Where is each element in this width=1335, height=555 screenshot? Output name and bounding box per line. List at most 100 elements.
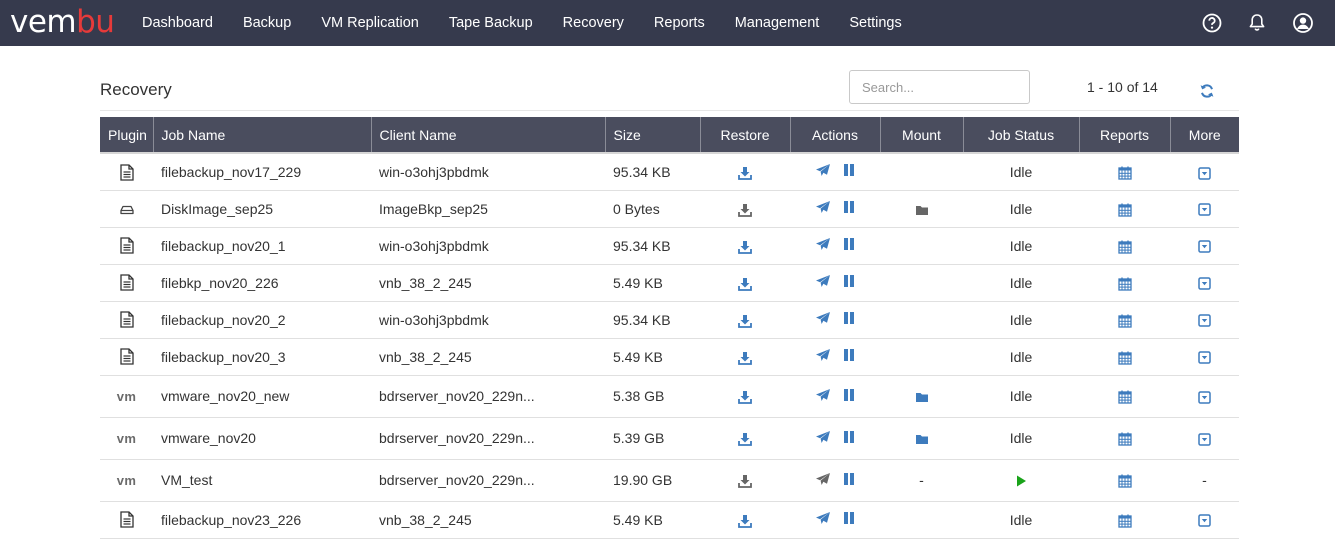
job-status-cell: Idle <box>963 190 1079 227</box>
more-dropdown-icon[interactable] <box>1198 351 1211 365</box>
column-header-size[interactable]: Size <box>605 117 701 153</box>
table-row[interactable]: filebackup_nov20_2 win-o3ohj3pbdmk 95.34 K… <box>100 301 1239 338</box>
job-name-cell[interactable]: vmware_nov20_new <box>153 375 371 417</box>
client-name-cell: bdrserver_nov20_229n... <box>379 430 535 446</box>
more-dropdown-icon[interactable] <box>1198 203 1211 217</box>
user-profile-icon[interactable] <box>1292 12 1314 34</box>
nav-backup[interactable]: Backup <box>243 15 291 31</box>
pause-icon[interactable] <box>843 430 855 444</box>
notification-bell-icon[interactable] <box>1246 12 1268 34</box>
search-input[interactable] <box>849 70 1030 104</box>
send-paper-plane-icon[interactable] <box>815 511 831 525</box>
restore-download-icon[interactable] <box>738 203 752 217</box>
job-name-cell[interactable]: DiskImage_sep25 <box>153 190 371 227</box>
send-paper-plane-icon[interactable] <box>815 430 831 444</box>
job-name-cell[interactable]: VM_test <box>153 459 371 501</box>
table-row[interactable]: DiskImage_sep25 ImageBkp_sep25 0 Bytes Idle <box>100 190 1239 227</box>
report-calendar-icon[interactable] <box>1117 474 1132 488</box>
report-calendar-icon[interactable] <box>1117 166 1132 180</box>
pause-icon[interactable] <box>843 274 855 288</box>
report-calendar-icon[interactable] <box>1117 277 1132 291</box>
send-paper-plane-icon[interactable] <box>815 388 831 402</box>
mount-folder-icon[interactable] <box>915 204 929 216</box>
column-header-job-name[interactable]: Job Name <box>153 117 372 153</box>
pause-icon[interactable] <box>843 472 855 486</box>
pause-icon[interactable] <box>843 163 855 177</box>
report-calendar-icon[interactable] <box>1117 390 1132 404</box>
nav-recovery[interactable]: Recovery <box>563 15 624 31</box>
job-status-cell: Idle <box>963 264 1079 301</box>
restore-cell <box>700 501 790 538</box>
restore-download-icon[interactable] <box>738 314 752 328</box>
size-cell: 5.49 KB <box>613 511 663 528</box>
restore-download-icon[interactable] <box>738 474 752 489</box>
table-row[interactable]: filebackup_nov17_229 win-o3ohj3pbdmk 95.34… <box>100 152 1239 190</box>
send-paper-plane-icon[interactable] <box>815 200 831 214</box>
play-icon[interactable] <box>1015 474 1027 488</box>
job-name-cell[interactable]: filebackup_nov20_3 <box>153 338 371 375</box>
pause-icon[interactable] <box>843 511 855 525</box>
job-name-cell[interactable]: vmware_nov20 <box>153 417 371 459</box>
more-dropdown-icon[interactable] <box>1198 514 1211 528</box>
report-calendar-icon[interactable] <box>1117 314 1132 328</box>
pause-icon[interactable] <box>843 237 855 251</box>
table-row[interactable]: filebackup_nov23_226 vnb_38_2_245 5.49 KB I… <box>100 501 1239 538</box>
restore-download-icon[interactable] <box>738 390 752 405</box>
report-calendar-icon[interactable] <box>1117 514 1132 528</box>
pause-icon[interactable] <box>843 200 855 214</box>
job-name-cell[interactable]: filebackup_nov17_229 <box>153 152 371 190</box>
more-dropdown-icon[interactable] <box>1198 391 1211 404</box>
vembu-logo[interactable]: vembu <box>10 4 115 40</box>
table-row[interactable]: vm vmware_nov20_new bdrserver_nov20_229n..… <box>100 375 1239 417</box>
pause-icon[interactable] <box>843 311 855 325</box>
more-dropdown-icon[interactable] <box>1198 314 1211 328</box>
main-menu: Dashboard Backup VM Replication Tape Bac… <box>142 0 932 46</box>
table-row[interactable]: filebackup_nov20_1 win-o3ohj3pbdmk 95.34 K… <box>100 227 1239 264</box>
table-row[interactable]: vm VM_test bdrserver_nov20_229n... 19.90 GB… <box>100 459 1239 501</box>
job-name-cell[interactable]: filebackup_nov23_226 <box>153 501 371 538</box>
mount-folder-icon[interactable] <box>915 433 929 445</box>
pause-icon[interactable] <box>843 348 855 362</box>
table-row[interactable]: filebkp_nov20_226 vnb_38_2_245 5.49 KB Idle <box>100 264 1239 301</box>
column-header-client-name[interactable]: Client Name <box>371 117 606 153</box>
more-dropdown-icon[interactable] <box>1198 240 1211 254</box>
restore-download-icon[interactable] <box>738 277 752 291</box>
report-calendar-icon[interactable] <box>1117 203 1132 217</box>
report-calendar-icon[interactable] <box>1117 240 1132 254</box>
nav-tape-backup[interactable]: Tape Backup <box>449 15 533 31</box>
nav-reports[interactable]: Reports <box>654 15 705 31</box>
restore-download-icon[interactable] <box>738 351 752 365</box>
send-paper-plane-icon[interactable] <box>815 472 831 486</box>
restore-download-icon[interactable] <box>738 240 752 254</box>
send-paper-plane-icon[interactable] <box>815 348 831 362</box>
nav-dashboard[interactable]: Dashboard <box>142 15 213 31</box>
more-dropdown-icon[interactable] <box>1198 277 1211 291</box>
more-dropdown-icon[interactable] <box>1198 166 1211 180</box>
send-paper-plane-icon[interactable] <box>815 163 831 177</box>
actions-cell <box>790 338 880 375</box>
refresh-icon[interactable] <box>1199 83 1215 99</box>
restore-download-icon[interactable] <box>738 514 752 528</box>
column-header-plugin[interactable]: Plugin <box>100 117 154 153</box>
job-name-cell[interactable]: filebkp_nov20_226 <box>153 264 371 301</box>
mount-folder-icon[interactable] <box>915 391 929 403</box>
help-icon[interactable] <box>1201 12 1223 34</box>
report-calendar-icon[interactable] <box>1117 351 1132 365</box>
table-row[interactable]: filebackup_nov20_3 vnb_38_2_245 5.49 KB Idl… <box>100 338 1239 375</box>
pause-icon[interactable] <box>843 388 855 402</box>
restore-download-icon[interactable] <box>738 432 752 447</box>
restore-download-icon[interactable] <box>738 166 752 180</box>
nav-settings[interactable]: Settings <box>849 15 901 31</box>
table-row[interactable]: vm vmware_nov20 bdrserver_nov20_229n... 5.3… <box>100 417 1239 459</box>
report-calendar-icon[interactable] <box>1117 432 1132 446</box>
nav-vm-replication[interactable]: VM Replication <box>321 15 419 31</box>
column-header-job-status[interactable]: Job Status <box>963 117 1080 153</box>
nav-management[interactable]: Management <box>735 15 820 31</box>
send-paper-plane-icon[interactable] <box>815 274 831 288</box>
more-dropdown-icon[interactable] <box>1198 433 1211 446</box>
job-name-cell[interactable]: filebackup_nov20_1 <box>153 227 371 264</box>
actions-cell <box>790 227 880 264</box>
send-paper-plane-icon[interactable] <box>815 311 831 325</box>
job-name-cell[interactable]: filebackup_nov20_2 <box>153 301 371 338</box>
send-paper-plane-icon[interactable] <box>815 237 831 251</box>
